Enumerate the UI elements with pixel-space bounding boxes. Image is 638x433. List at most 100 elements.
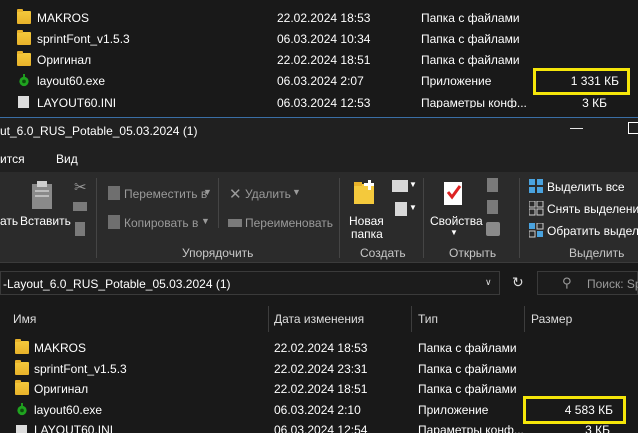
easy-access-icon[interactable]	[395, 202, 407, 216]
file-row[interactable]: Оригинал 22.02.2024 18:51 Папка с файлам…	[0, 50, 638, 70]
file-row[interactable]: LAYOUT60.INI 06.03.2024 12:54 Параметры …	[0, 423, 638, 433]
properties-button[interactable]: Свойства	[430, 214, 483, 228]
file-type: Папка с файлами	[421, 32, 520, 46]
background-explorer-window: MAKROS 22.02.2024 18:53 Папка с файлами …	[0, 0, 638, 108]
open-icon[interactable]	[487, 178, 498, 192]
exe-icon	[19, 74, 29, 87]
file-type: Папка с файлами	[418, 341, 517, 355]
file-type: Папка с файлами	[418, 362, 517, 376]
new-folder-icon	[354, 180, 374, 204]
paste-shortcut-icon[interactable]	[75, 222, 85, 236]
properties-icon	[444, 182, 462, 205]
file-name: MAKROS	[37, 11, 90, 25]
history-icon[interactable]	[486, 222, 500, 236]
file-name: layout60.exe	[34, 403, 103, 417]
chevron-down-icon: ▼	[203, 187, 212, 197]
window-titlebar[interactable]: ut_6.0_RUS_Potable_05.03.2024 (1) —	[0, 117, 638, 146]
ribbon-separator	[96, 178, 97, 258]
menu-view[interactable]: Вид	[56, 152, 78, 166]
chevron-down-icon: ▼	[450, 228, 458, 237]
search-input[interactable]: ⚲ Поиск: Sp	[537, 271, 638, 295]
folder-icon	[17, 9, 31, 24]
file-row[interactable]: LAYOUT60.INI 06.03.2024 12:53 Параметры …	[0, 93, 638, 108]
file-row[interactable]: sprintFont_v1.5.3 22.02.2024 23:31 Папка…	[0, 359, 638, 379]
minimize-icon[interactable]: —	[570, 120, 583, 135]
edit-icon[interactable]	[487, 200, 498, 214]
ribbon-separator	[423, 178, 424, 258]
chevron-down-icon[interactable]: ∨	[485, 277, 492, 288]
rename-button[interactable]: Переименовать	[245, 216, 333, 230]
file-type: Папка с файлами	[421, 53, 520, 67]
folder-icon	[15, 360, 29, 375]
move-to-button[interactable]: Переместить в	[124, 187, 207, 201]
folder-icon	[15, 380, 29, 395]
new-folder-button-line2[interactable]: папка	[351, 227, 383, 241]
select-all-icon	[529, 179, 543, 193]
exe-icon	[17, 403, 27, 416]
file-type: Приложение	[421, 74, 492, 88]
file-row[interactable]: sprintFont_v1.5.3 06.03.2024 10:34 Папка…	[0, 29, 638, 49]
select-none-icon	[529, 201, 544, 216]
file-date: 06.03.2024 2:07	[277, 74, 364, 88]
group-label-select: Выделить	[569, 246, 625, 260]
folder-icon	[15, 339, 29, 354]
group-label-create: Создать	[360, 246, 406, 260]
column-header-type[interactable]: Тип	[418, 312, 438, 326]
file-row[interactable]: MAKROS 22.02.2024 18:53 Папка с файлами	[0, 338, 638, 358]
file-date: 06.03.2024 12:53	[277, 96, 371, 108]
file-name: MAKROS	[34, 341, 87, 355]
chevron-down-icon: ▼	[409, 203, 417, 212]
chevron-down-icon: ▼	[201, 216, 210, 226]
address-path: -Layout_6.0_RUS_Potable_05.03.2024 (1)	[3, 277, 231, 291]
ribbon-separator	[218, 178, 219, 228]
highlight-box: 1 331 КБ	[533, 68, 630, 95]
ribbon-separator	[339, 178, 340, 258]
refresh-icon[interactable]: ↻	[512, 274, 524, 291]
column-separator[interactable]	[524, 306, 525, 332]
cut-icon[interactable]: ✂	[74, 178, 87, 196]
file-type: Папка с файлами	[418, 382, 517, 396]
file-date: 06.03.2024 10:34	[277, 32, 371, 46]
column-separator[interactable]	[268, 306, 269, 332]
copy-to-button[interactable]: Копировать в	[124, 216, 198, 230]
new-item-icon[interactable]	[392, 180, 408, 192]
copy-path-icon[interactable]	[73, 202, 87, 211]
ini-icon	[18, 96, 29, 108]
file-date: 22.02.2024 18:51	[277, 53, 371, 67]
folder-icon	[17, 30, 31, 45]
rename-icon	[228, 219, 242, 227]
delete-button[interactable]: Удалить	[245, 187, 291, 201]
file-row[interactable]: MAKROS 22.02.2024 18:53 Папка с файлами	[0, 8, 638, 28]
select-none-button[interactable]: Снять выделение	[547, 202, 638, 216]
invert-selection-button[interactable]: Обратить выделени	[547, 224, 638, 238]
highlight-box: 4 583 КБ	[523, 396, 626, 424]
new-folder-button[interactable]: Новая	[349, 214, 384, 228]
menu-share[interactable]: ится	[0, 152, 25, 166]
maximize-icon[interactable]	[628, 122, 638, 134]
file-name: LAYOUT60.INI	[37, 96, 117, 108]
ini-icon	[16, 425, 27, 433]
file-type: Параметры конф...	[421, 96, 527, 108]
file-name: sprintFont_v1.5.3	[34, 362, 127, 376]
window-title: ut_6.0_RUS_Potable_05.03.2024 (1)	[0, 124, 198, 138]
column-header-row: Имя Дата изменения Тип Размер	[0, 304, 638, 334]
address-bar[interactable]: -Layout_6.0_RUS_Potable_05.03.2024 (1) ∨	[0, 271, 500, 295]
address-bar-row: -Layout_6.0_RUS_Potable_05.03.2024 (1) ∨…	[0, 263, 638, 304]
file-date: 22.02.2024 23:31	[274, 362, 368, 376]
paste-partial-label[interactable]: ать	[0, 214, 18, 228]
column-header-date[interactable]: Дата изменения	[274, 312, 364, 326]
file-name: Оригинал	[37, 53, 92, 67]
file-type: Папка с файлами	[421, 11, 520, 25]
paste-button[interactable]: Вставить	[20, 214, 71, 228]
move-to-icon	[108, 186, 120, 200]
search-placeholder: Поиск: Sp	[587, 277, 638, 291]
column-header-name[interactable]: Имя	[13, 312, 36, 326]
select-all-button[interactable]: Выделить все	[547, 180, 625, 194]
column-separator[interactable]	[411, 306, 412, 332]
column-header-size[interactable]: Размер	[531, 312, 572, 326]
file-date: 22.02.2024 18:53	[274, 341, 368, 355]
folder-icon	[17, 51, 31, 66]
paste-icon	[32, 181, 52, 209]
file-name: LAYOUT60.INI	[34, 423, 114, 433]
group-label-organize: Упорядочить	[182, 246, 254, 260]
